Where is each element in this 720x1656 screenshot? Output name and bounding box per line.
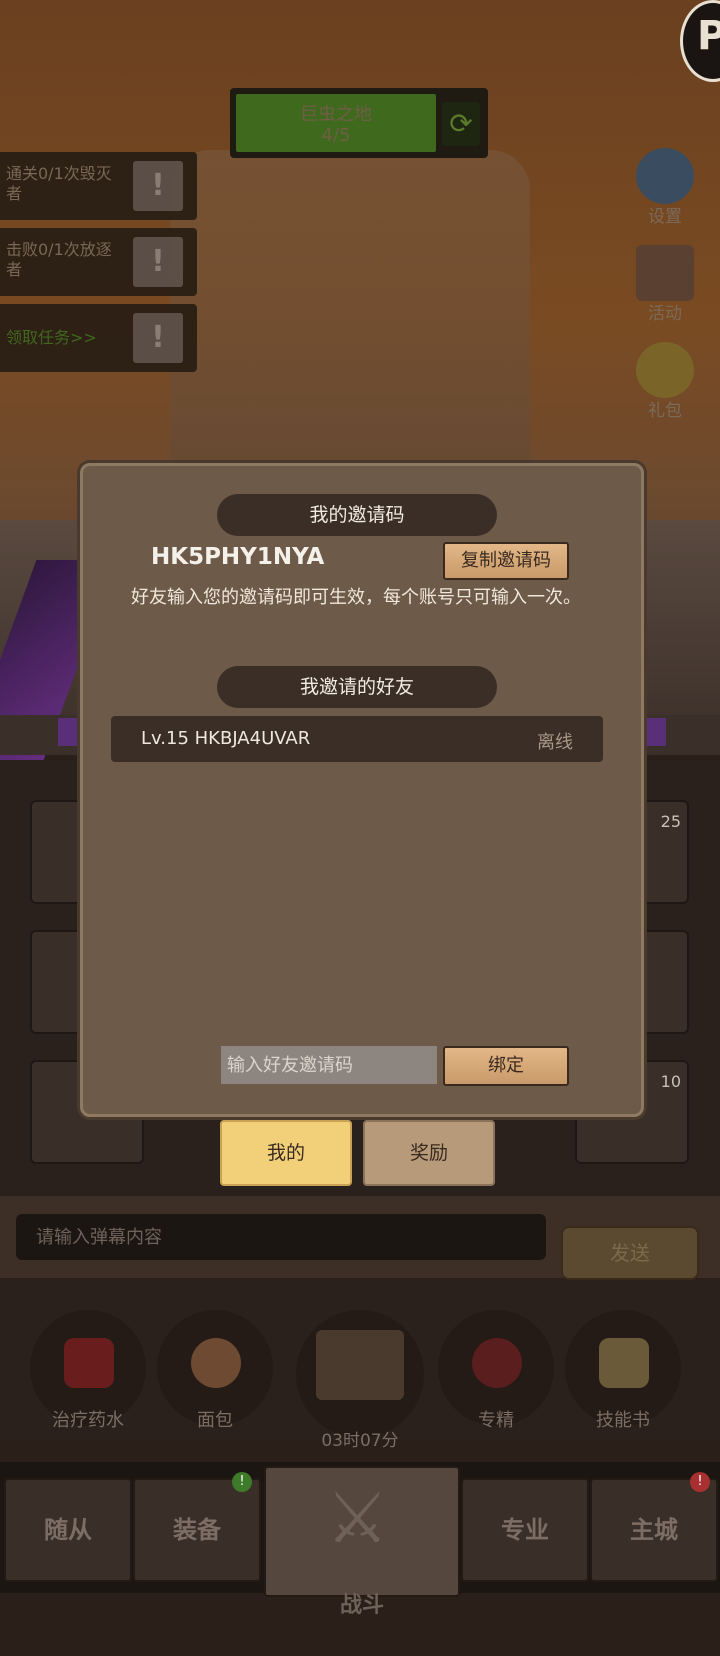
- nav-main-city[interactable]: 主城: [590, 1478, 718, 1582]
- scroll-icon: [636, 245, 694, 301]
- stage-title: 巨虫之地: [300, 104, 372, 125]
- send-button[interactable]: 发送: [561, 1226, 699, 1280]
- friend-name: Lv.15 HKBJA4UVAR: [141, 728, 311, 749]
- invite-code-banner: 我的邀请码: [217, 494, 497, 536]
- gift-bag-icon: [636, 342, 694, 398]
- healing-potion-item[interactable]: 治疗药水: [30, 1310, 146, 1434]
- side-button-label: 礼包: [648, 401, 682, 421]
- nav-profession[interactable]: 专业: [461, 1478, 589, 1582]
- copy-invite-code-button[interactable]: 复制邀请码: [443, 542, 569, 580]
- notification-badge: !: [690, 1472, 710, 1492]
- gear-icon: [636, 148, 694, 204]
- invited-friends-banner: 我邀请的好友: [217, 666, 497, 708]
- quest-item[interactable]: 击败0/1次放逐者 !: [0, 228, 197, 296]
- bind-button[interactable]: 绑定: [443, 1046, 569, 1086]
- nav-battle[interactable]: ⚔ 战斗: [264, 1466, 460, 1618]
- gift-pack-button[interactable]: 礼包: [628, 342, 702, 422]
- chest-icon: [316, 1330, 404, 1400]
- events-button[interactable]: 活动: [628, 245, 702, 325]
- nav-equipment[interactable]: 装备: [133, 1478, 261, 1582]
- quest-label: 领取任务>>: [6, 328, 97, 347]
- item-label: 专精: [478, 1410, 514, 1431]
- side-button-label: 活动: [648, 304, 682, 324]
- friend-row[interactable]: Lv.15 HKBJA4UVAR 离线: [111, 716, 603, 762]
- bread-item[interactable]: 面包: [157, 1310, 273, 1434]
- item-count: 25: [660, 812, 681, 831]
- invite-hint: 好友输入您的邀请码即可生效，每个账号只可输入一次。: [131, 587, 581, 608]
- bread-icon: [191, 1338, 241, 1388]
- quest-label: 击败0/1次放逐者: [6, 240, 112, 279]
- invite-code: HK5PHY1NYA: [151, 544, 325, 570]
- nav-companions[interactable]: 随从: [4, 1478, 132, 1582]
- crossed-swords-icon: ⚔: [326, 1477, 389, 1559]
- friend-code-input[interactable]: [221, 1046, 437, 1084]
- settings-button[interactable]: 设置: [628, 148, 702, 228]
- tab-mine[interactable]: 我的: [220, 1120, 352, 1186]
- book-icon: [599, 1338, 649, 1388]
- specialization-item[interactable]: 专精: [438, 1310, 554, 1434]
- skill-book-item[interactable]: 技能书: [565, 1310, 681, 1434]
- tab-rewards[interactable]: 奖励: [363, 1120, 495, 1186]
- item-label: 治疗药水: [52, 1410, 124, 1431]
- notification-badge: !: [232, 1472, 252, 1492]
- item-label: 技能书: [596, 1410, 650, 1431]
- exclamation-icon: !: [133, 237, 183, 287]
- nav-battle-label: 战斗: [339, 1593, 384, 1618]
- stage-progress: 4/5: [321, 125, 351, 146]
- item-count: 10: [660, 1072, 681, 1091]
- invite-dialog: 我的邀请码 HK5PHY1NYA 复制邀请码 好友输入您的邀请码即可生效，每个账…: [80, 463, 644, 1117]
- barrage-input[interactable]: [16, 1214, 546, 1260]
- target-icon: [472, 1338, 522, 1388]
- refresh-icon[interactable]: ⟳: [442, 102, 480, 146]
- quest-label: 通关0/1次毁灭者: [6, 164, 112, 203]
- exclamation-icon: !: [133, 313, 183, 363]
- chest-timer: 03时07分: [321, 1431, 399, 1451]
- friend-status: 离线: [537, 732, 573, 753]
- treasure-chest[interactable]: [296, 1310, 424, 1438]
- quest-item[interactable]: 领取任务>> !: [0, 304, 197, 372]
- item-label: 面包: [197, 1410, 233, 1431]
- exclamation-icon: !: [133, 161, 183, 211]
- quest-item[interactable]: 通关0/1次毁灭者 !: [0, 152, 197, 220]
- potion-icon: [64, 1338, 114, 1388]
- side-button-label: 设置: [648, 207, 682, 227]
